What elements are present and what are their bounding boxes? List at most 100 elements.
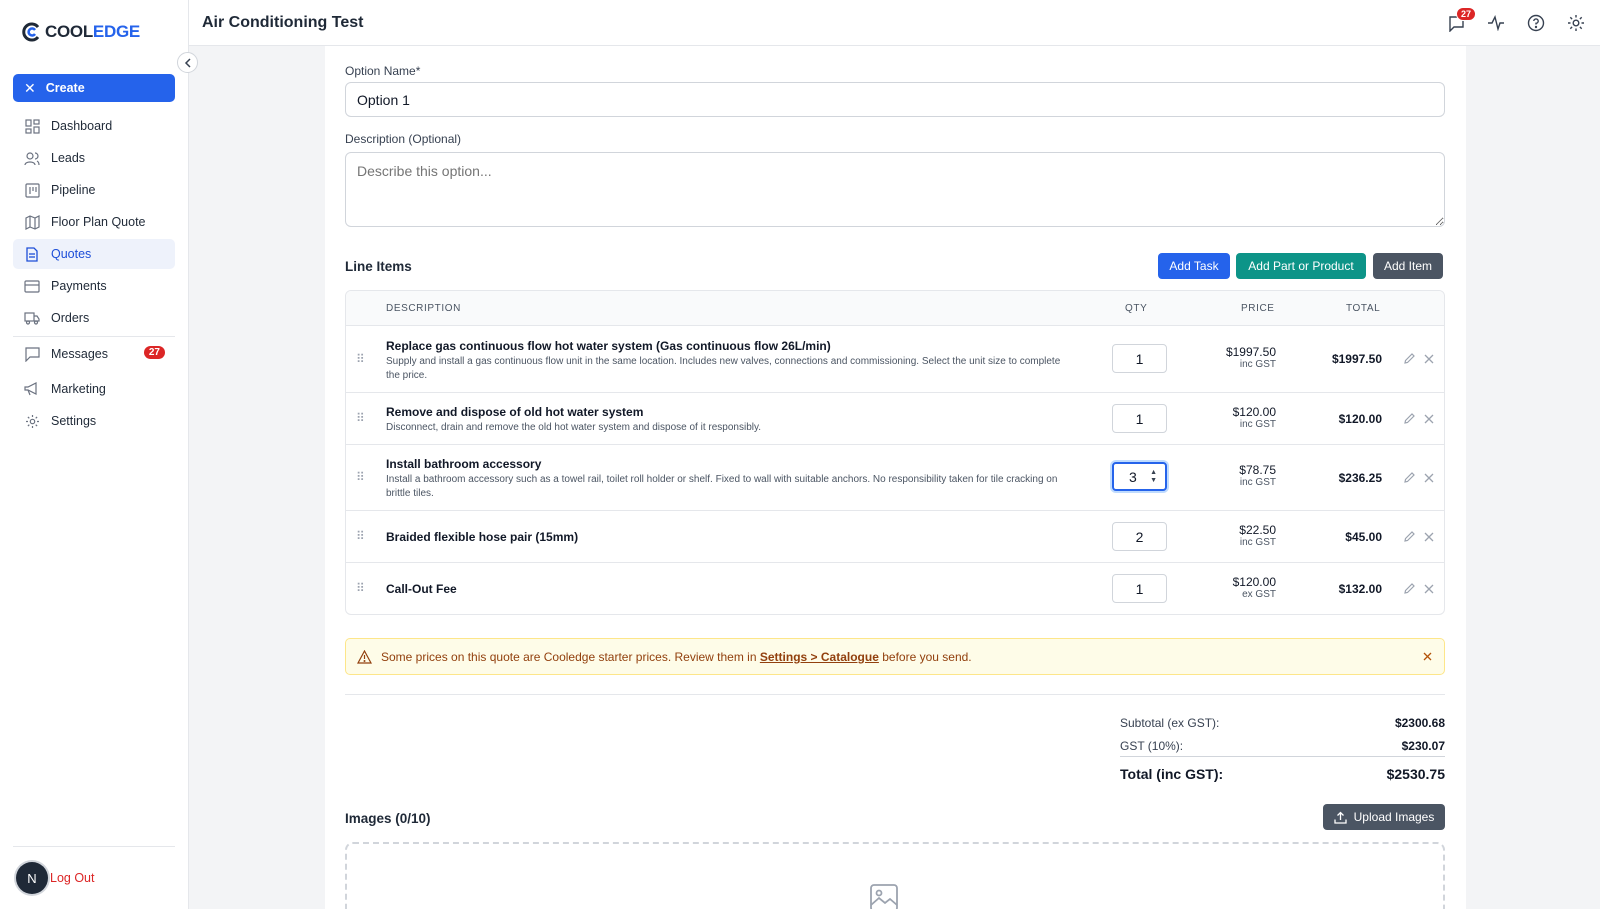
logo[interactable]: COOLEDGE <box>22 22 140 42</box>
create-button[interactable]: ✕ Create <box>13 74 175 102</box>
drag-handle-icon[interactable]: ⠿ <box>356 529 365 543</box>
sidebar-item-label: Pipeline <box>51 183 96 197</box>
drag-handle-icon[interactable]: ⠿ <box>356 470 365 484</box>
megaphone-icon <box>24 381 40 397</box>
upload-images-button[interactable]: Upload Images <box>1323 804 1445 830</box>
delete-icon[interactable] <box>1424 414 1434 424</box>
add-part-button[interactable]: Add Part or Product <box>1236 253 1366 279</box>
gst-row: GST (10%): $230.07 <box>1120 739 1445 753</box>
gst-label: GST (10%): <box>1120 739 1184 753</box>
sidebar-item-quotes[interactable]: Quotes <box>13 239 175 269</box>
edit-icon[interactable] <box>1403 582 1416 595</box>
subtotal-value: $2300.68 <box>1394 716 1445 730</box>
map-icon <box>24 214 40 230</box>
sidebar-item-payments[interactable]: Payments <box>13 271 175 301</box>
price-tax: inc GST <box>1239 419 1276 430</box>
chevron-left-icon <box>184 57 191 68</box>
sidebar-item-messages[interactable]: Messages 27 <box>13 339 175 369</box>
spinner-arrows-icon[interactable]: ▲ ▼ <box>1150 469 1157 485</box>
total-row: Total (inc GST): $2530.75 <box>1120 766 1445 782</box>
column-description: DESCRIPTION <box>386 303 461 314</box>
line-items-table: DESCRIPTION QTY PRICE TOTAL ⠿ Replace ga… <box>345 290 1445 615</box>
image-dropzone[interactable] <box>345 842 1445 909</box>
add-item-button[interactable]: Add Item <box>1373 253 1443 279</box>
delete-icon[interactable] <box>1424 354 1434 364</box>
price-tax: inc GST <box>1239 537 1276 548</box>
quantity-input[interactable]: 1 <box>1112 574 1167 603</box>
close-icon: ✕ <box>24 79 36 96</box>
price-tax: ex GST <box>1242 589 1276 600</box>
avatar[interactable]: N <box>16 862 48 894</box>
help-button[interactable] <box>1526 13 1546 33</box>
column-qty: QTY <box>1125 303 1148 314</box>
edit-icon[interactable] <box>1403 471 1416 484</box>
add-task-button[interactable]: Add Task <box>1158 253 1230 279</box>
collapse-sidebar-button[interactable] <box>177 52 198 73</box>
item-price: $78.75 inc GST <box>1239 463 1276 488</box>
warning-text-after: before you send. <box>878 650 972 664</box>
item-title: Call-Out Fee <box>386 582 457 596</box>
sidebar-item-marketing[interactable]: Marketing <box>13 374 175 404</box>
sidebar: COOLEDGE ✕ Create Dashboard Leads Pipeli… <box>0 0 189 909</box>
price-value: $1997.50 <box>1225 345 1276 359</box>
sidebar-item-leads[interactable]: Leads <box>13 143 175 173</box>
quantity-input[interactable]: 1 <box>1112 344 1167 373</box>
notification-badge: 27 <box>1456 7 1477 21</box>
description-label: Description (Optional) <box>345 132 462 146</box>
column-total: TOTAL <box>1346 303 1381 314</box>
logout-link[interactable]: Log Out <box>50 871 94 885</box>
sidebar-item-label: Floor Plan Quote <box>51 215 146 229</box>
item-price: $120.00 ex GST <box>1233 575 1276 600</box>
item-price: $22.50 inc GST <box>1239 523 1276 548</box>
delete-icon[interactable] <box>1424 532 1434 542</box>
sidebar-item-settings[interactable]: Settings <box>13 406 175 436</box>
quantity-input[interactable]: 2 <box>1112 522 1167 551</box>
edit-icon[interactable] <box>1403 412 1416 425</box>
document-icon <box>24 246 40 262</box>
price-tax: inc GST <box>1239 477 1276 488</box>
upload-icon <box>1333 811 1347 824</box>
close-icon[interactable] <box>1423 652 1432 661</box>
item-title: Replace gas continuous flow hot water sy… <box>386 339 831 353</box>
notifications-button[interactable]: 27 <box>1446 7 1477 33</box>
logout-section[interactable]: N Log Out <box>16 862 94 894</box>
summary-divider <box>345 694 1445 695</box>
delete-icon[interactable] <box>1424 584 1434 594</box>
edit-icon[interactable] <box>1403 530 1416 543</box>
top-header: Air Conditioning Test 27 <box>189 0 1600 46</box>
sidebar-bottom-divider <box>13 846 175 847</box>
sidebar-item-floor-plan-quote[interactable]: Floor Plan Quote <box>13 207 175 237</box>
drag-handle-icon[interactable]: ⠿ <box>356 352 365 366</box>
option-name-label: Option Name* <box>345 64 421 78</box>
option-name-input[interactable] <box>345 82 1445 117</box>
sidebar-item-orders[interactable]: Orders <box>13 303 175 333</box>
activity-button[interactable] <box>1486 13 1506 33</box>
line-items-title: Line Items <box>345 259 412 274</box>
edit-icon[interactable] <box>1403 352 1416 365</box>
subtotal-row: Subtotal (ex GST): $2300.68 <box>1120 716 1445 730</box>
item-total: $132.00 <box>1338 582 1382 596</box>
sidebar-item-label: Messages <box>51 347 108 361</box>
images-title: Images (0/10) <box>345 811 431 826</box>
quantity-stepper[interactable]: 3 ▲ ▼ <box>1112 462 1167 491</box>
required-marker: * <box>415 64 421 78</box>
catalogue-link[interactable]: Settings > Catalogue <box>760 650 879 664</box>
sidebar-item-label: Payments <box>51 279 107 293</box>
item-price: $120.00 inc GST <box>1233 405 1276 430</box>
pipeline-icon <box>24 182 40 198</box>
warning-text-before: Some prices on this quote are Cooledge s… <box>381 650 760 664</box>
description-textarea[interactable] <box>345 152 1445 227</box>
drag-handle-icon[interactable]: ⠿ <box>356 411 365 425</box>
total-divider <box>1120 756 1445 757</box>
drag-handle-icon[interactable]: ⠿ <box>356 581 365 595</box>
table-row: ⠿ Remove and dispose of old hot water sy… <box>346 393 1444 445</box>
settings-button[interactable] <box>1566 13 1586 33</box>
item-title: Remove and dispose of old hot water syst… <box>386 405 644 419</box>
sidebar-item-dashboard[interactable]: Dashboard <box>13 111 175 141</box>
quantity-input[interactable]: 1 <box>1112 404 1167 433</box>
logo-text-edge: EDGE <box>92 22 140 41</box>
delete-icon[interactable] <box>1424 473 1434 483</box>
table-row: ⠿ Replace gas continuous flow hot water … <box>346 326 1444 393</box>
sidebar-item-pipeline[interactable]: Pipeline <box>13 175 175 205</box>
total-label: Total (inc GST): <box>1120 766 1224 782</box>
